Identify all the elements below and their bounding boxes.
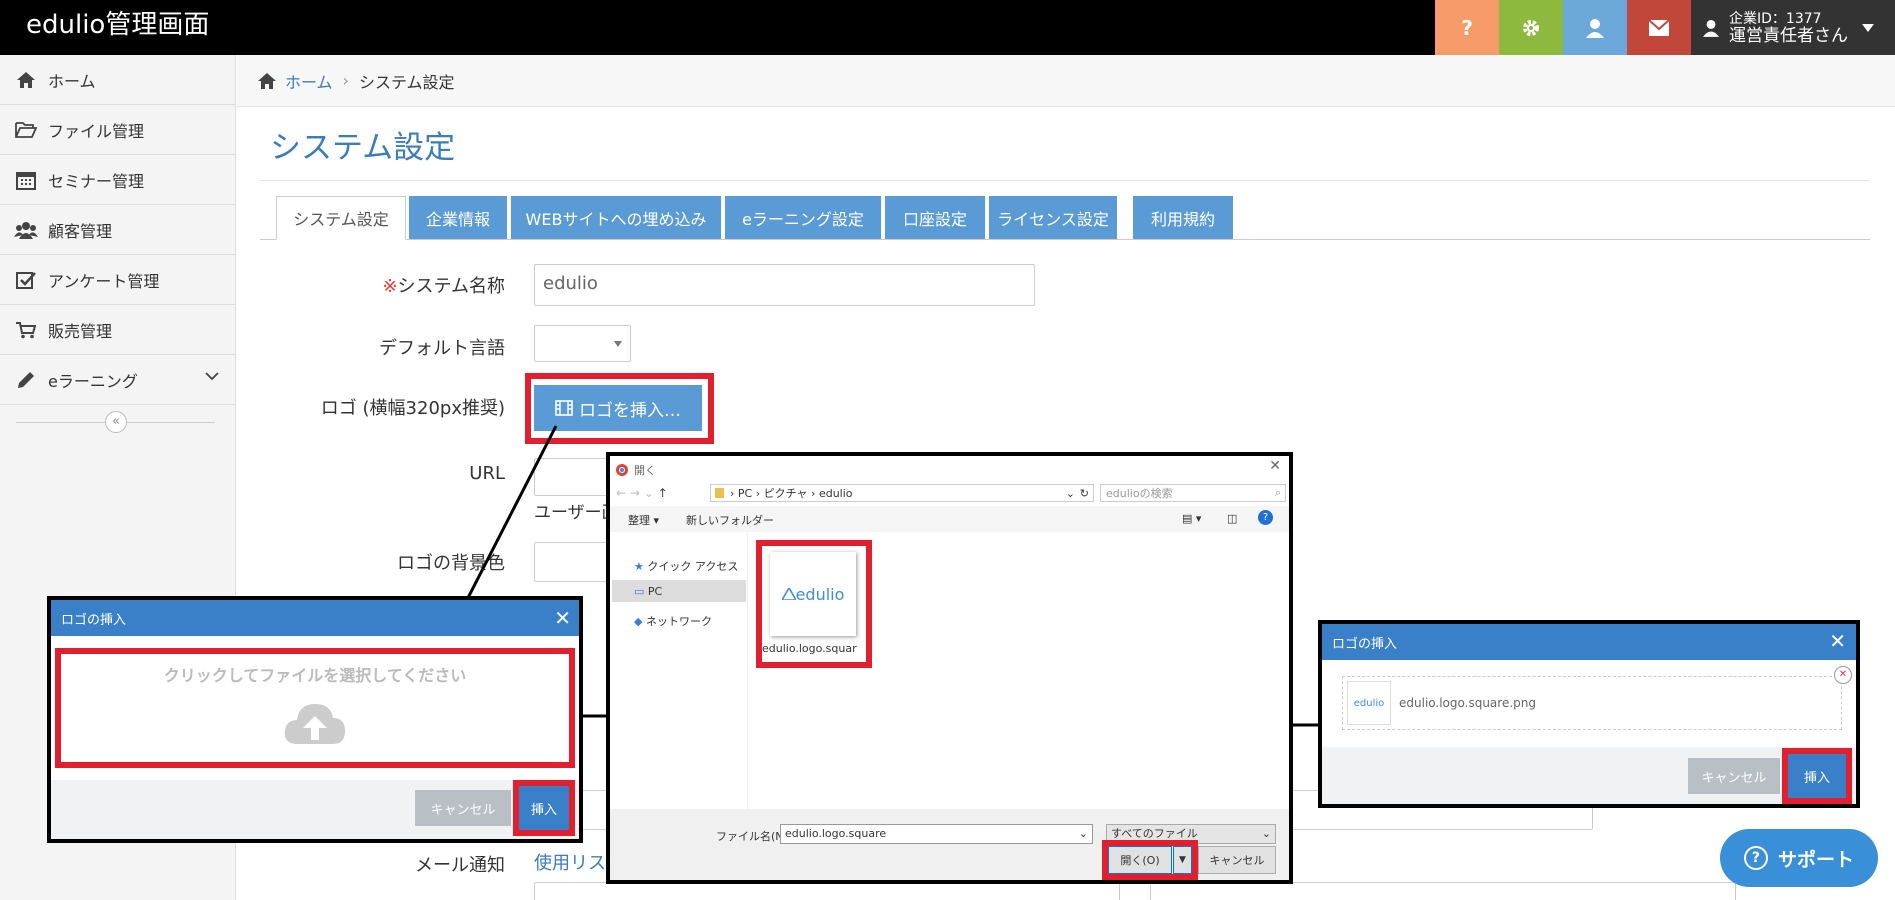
- new-folder-button[interactable]: 新しいフォルダー: [686, 512, 774, 528]
- open-dropdown-button[interactable]: ▼: [1173, 846, 1192, 874]
- nav-quick-access[interactable]: ★ クイック アクセス: [634, 558, 738, 574]
- address-bar[interactable]: › PC › ピクチャ › edulio ⌄ ↻: [710, 484, 1094, 502]
- chevron-down-icon: ⌄: [1261, 827, 1271, 840]
- chrome-icon: [616, 464, 628, 476]
- dialog-title: ロゴの挿入: [61, 612, 127, 628]
- help-icon[interactable]: ?: [1258, 510, 1273, 525]
- logo-inserted-dialog: ロゴの挿入 ✕ edulio edulio.logo.square.png ✕ …: [1318, 620, 1860, 808]
- preview-pane-icon[interactable]: ◫: [1227, 512, 1237, 525]
- file-name-label: edulio.logo.squar: [762, 642, 857, 655]
- path-separator: ›: [730, 486, 738, 500]
- search-icon: ⌕: [1274, 486, 1281, 499]
- file-thumbnail[interactable]: edulio: [770, 552, 856, 636]
- cloud-upload-icon: [284, 704, 345, 744]
- open-button[interactable]: 開く(O): [1108, 846, 1172, 874]
- close-icon[interactable]: ✕: [554, 606, 571, 630]
- uploaded-file-name: edulio.logo.square.png: [1399, 696, 1536, 710]
- dialog-header: ロゴの挿入: [1322, 624, 1856, 660]
- folder-icon: [715, 488, 724, 498]
- path-separator: ›: [752, 486, 764, 500]
- star-icon: ★: [634, 560, 644, 573]
- file-open-dialog: 開く ✕ ← → ⌄ ↑ › PC › ピクチャ › edulio ⌄ ↻ ed…: [606, 452, 1293, 884]
- nav-selection: [612, 580, 746, 602]
- nav-arrows[interactable]: ← → ⌄ ↑: [616, 486, 702, 500]
- uploaded-file-item: edulio edulio.logo.square.png: [1342, 676, 1842, 730]
- file-search-input[interactable]: edulioの検索 ⌕: [1100, 484, 1286, 502]
- path-segment[interactable]: edulio: [819, 487, 853, 500]
- refresh-icon[interactable]: ↻: [1080, 487, 1089, 500]
- dropzone-text: クリックしてファイルを選択してください: [163, 666, 467, 685]
- nav-pc[interactable]: ▭ PC: [634, 585, 662, 598]
- dialog-header: ロゴの挿入: [51, 600, 579, 636]
- nav-pane: ★ クイック アクセス ▭ PC ◆ ネットワーク: [610, 532, 748, 842]
- file-dialog-titlebar: 開く: [616, 462, 656, 478]
- network-icon: ◆: [634, 615, 643, 628]
- path-segment[interactable]: ピクチャ: [764, 485, 808, 501]
- dialog-title: ロゴの挿入: [1332, 636, 1398, 652]
- file-dialog-title: 開く: [634, 464, 656, 477]
- support-button[interactable]: ? サポート: [1720, 829, 1878, 887]
- path-segment[interactable]: PC: [738, 487, 752, 500]
- close-icon[interactable]: ✕: [1269, 458, 1281, 474]
- computer-icon: ▭: [634, 585, 645, 598]
- cancel-button[interactable]: キャンセル: [415, 790, 511, 826]
- cancel-button[interactable]: キャンセル: [1688, 758, 1780, 794]
- edulio-logo-icon: [781, 588, 796, 600]
- insert-logo-dialog: ロゴの挿入 ✕ クリックしてファイルを選択してください キャンセル 挿入: [47, 596, 583, 843]
- chevron-down-icon: ⌄: [1078, 827, 1088, 840]
- uploaded-thumbnail: edulio: [1347, 681, 1391, 725]
- help-icon: ?: [1743, 846, 1768, 870]
- remove-file-icon[interactable]: ✕: [1834, 666, 1852, 684]
- nav-network[interactable]: ◆ ネットワーク: [634, 613, 712, 629]
- organize-button[interactable]: 整理 ▾: [628, 512, 659, 528]
- close-icon[interactable]: ✕: [1829, 629, 1846, 653]
- view-options-icon[interactable]: ▤ ▾: [1182, 512, 1201, 525]
- file-dropzone[interactable]: クリックしてファイルを選択してください: [55, 648, 575, 768]
- filename-input[interactable]: edulio.logo.square ⌄: [780, 824, 1093, 844]
- file-cancel-button[interactable]: キャンセル: [1198, 846, 1276, 874]
- insert-button[interactable]: 挿入: [1788, 754, 1846, 798]
- path-separator: ›: [807, 486, 819, 500]
- chevron-down-icon[interactable]: ⌄: [1066, 487, 1075, 500]
- insert-button[interactable]: 挿入: [519, 786, 569, 830]
